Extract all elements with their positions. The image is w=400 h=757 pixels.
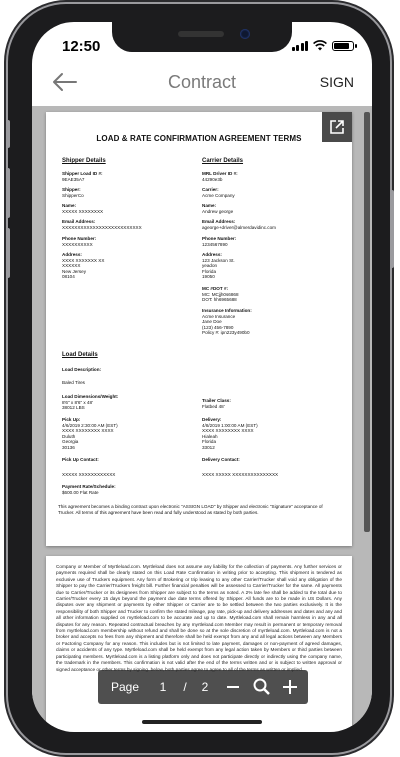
agreement-text: This agreement becomes a binding contrac… [58, 504, 323, 515]
zoom-in-icon[interactable] [280, 670, 300, 704]
load-description: Load Description: [62, 367, 101, 373]
current-page[interactable]: 1 [156, 670, 170, 704]
front-camera [240, 29, 250, 39]
screen: 12:50 Contract SIGN LOAD & RATE CONFIRMA… [32, 22, 372, 732]
volume-up-button [6, 168, 10, 218]
field-value: Acme Insurance Jane Doe (123) 456-7890 P… [202, 313, 250, 336]
app-bar: Contract SIGN [32, 66, 372, 104]
document-title: LOAD & RATE CONFIRMATION AGREEMENT TERMS [96, 134, 302, 143]
field-value: ShipperCo [62, 192, 84, 198]
silent-switch [6, 120, 10, 148]
carrier-field: Name: Andrew george [202, 203, 233, 214]
field-label: Phone Number: [202, 236, 237, 241]
volume-down-button [6, 228, 10, 278]
notch [112, 22, 292, 52]
field-value: $600.00 Flat Rate [62, 489, 99, 495]
trailer-class: Trailer Class: Flatbed 48' [202, 398, 231, 409]
field-label: Phone Number: [62, 236, 97, 241]
pdf-toolbar: Page 1 / 2 [98, 670, 308, 704]
field-value: XXXXXXXXXXXXXXXXXXXXXXXXXX [62, 224, 142, 230]
pick-up: Pick Up: 4/6/2019 2:30:00 AM (EST) XXXX X… [62, 417, 118, 451]
field-label: MRL Driver ID #: [202, 171, 238, 176]
page-separator: / [183, 680, 187, 694]
field-label: Insurance Information: [202, 308, 252, 313]
delivery-contact-value: XXXX XXXXX XXXXXXXXXXXXXXX [202, 472, 279, 477]
delivery-contact: Delivery Contact: [202, 457, 240, 463]
shipper-details-heading: Shipper Details [62, 158, 106, 164]
carrier-field: Insurance Information: Acme Insurance Jan… [202, 308, 252, 336]
home-indicator[interactable] [142, 720, 262, 724]
field-label: Shipper: [62, 187, 81, 192]
shipper-field: Address: XXXX XXXXXXX XX XXXXXX New Jerse… [62, 252, 104, 280]
document-page-1: LOAD & RATE CONFIRMATION AGREEMENT TERMS… [46, 112, 352, 546]
battery-icon [332, 40, 357, 51]
zoom-search-icon[interactable] [252, 670, 272, 704]
carrier-field: Phone Number: 1234567890 [202, 236, 236, 247]
carrier-field: Address: 123 Jackson St. yeadon Florida 1… [202, 252, 235, 280]
field-value: 44290e3b [202, 176, 223, 182]
field-label: Load Dimensions/Weight: [62, 394, 119, 399]
total-pages: 2 [201, 680, 209, 694]
delivery: Delivery: 4/8/2019 1:00:00 AM (EST) XXXX … [202, 417, 258, 451]
field-value: XXXXXXXXXX [62, 241, 93, 247]
field-value: 123 Jackson St. yeadon Florida 19050 [202, 257, 235, 280]
field-label: Load Description: [62, 367, 102, 372]
field-label: Trailer Class: [202, 398, 231, 403]
status-time: 12:50 [62, 38, 101, 55]
payment-rate: Payment Rate/Schedule: $600.00 Flat Rate [62, 484, 116, 495]
field-value: 4/8/2019 1:00:00 AM (EST) XXXX XXXXXXXX … [202, 422, 258, 450]
scrollbar[interactable] [364, 112, 370, 532]
field-value: 1234567890 [202, 241, 228, 247]
speaker-grille [178, 31, 224, 37]
field-value: MC: MCjjh0s6868 DOT: hh6965688 [202, 291, 239, 303]
field-label: Payment Rate/Schedule: [62, 484, 116, 489]
carrier-field: MC #DOT #: MC: MCjjh0s6868 DOT: hh6965688 [202, 286, 239, 303]
shipper-field: Name: XXXXX XXXXXXXX [62, 203, 103, 214]
carrier-field: Carrier: Acme Company [202, 187, 235, 198]
terms-text: Company or Member of Myrtleload.com. Myr… [56, 564, 342, 672]
status-icons [291, 40, 357, 51]
field-value: 9EAE35A7 [62, 176, 85, 182]
load-description-value: Baled Tires [62, 380, 85, 385]
load-dimensions: Load Dimensions/Weight: 8'6" x 8'6" x 48'… [62, 394, 118, 411]
carrier-field: MRL Driver ID #: 44290e3b [202, 171, 238, 182]
wifi-icon [313, 40, 327, 51]
power-button [390, 190, 394, 268]
pdf-viewer[interactable]: LOAD & RATE CONFIRMATION AGREEMENT TERMS… [32, 106, 372, 726]
sign-button[interactable]: SIGN [320, 74, 354, 90]
field-label: Delivery Contact: [202, 457, 240, 462]
shipper-field: Phone Number: XXXXXXXXXX [62, 236, 96, 247]
open-external-icon [330, 120, 344, 134]
shipper-field: Shipper Load ID #: 9EAE35A7 [62, 171, 103, 182]
cellular-signal-icon [291, 40, 308, 51]
carrier-details-heading: Carrier Details [202, 158, 244, 164]
page-label: Page [110, 680, 140, 694]
shipper-field: Shipper: ShipperCo [62, 187, 84, 198]
load-details-heading: Load Details [62, 352, 98, 358]
pick-up-contact: Pick Up Contact: [62, 457, 99, 463]
field-label: Pick Up Contact: [62, 457, 99, 462]
field-value: XXXXX XXXXXXXX [62, 208, 104, 214]
field-value: 8'6" x 8'6" x 48' 38012 LBS [62, 399, 93, 411]
pick-up-contact-value: XXXXX XXXXXXXXXXXX [62, 472, 116, 477]
zoom-out-icon[interactable] [224, 670, 242, 704]
field-label: Shipper Load ID #: [62, 171, 103, 176]
field-value: XXXX XXXXXXX XX XXXXXX New Jersey 08104 [62, 257, 105, 280]
field-value: Acme Company [202, 192, 235, 198]
field-value: ageorge+driver@almerdavidinc.com [202, 224, 276, 230]
field-value: 4/6/2019 2:30:00 AM (EST) XXXX XXXXXXXX … [62, 422, 118, 450]
field-value: Andrew george [202, 208, 234, 214]
carrier-field: Email Address: ageorge+driver@almerdavidi… [202, 219, 276, 230]
shipper-field: Email Address: XXXXXXXXXXXXXXXXXXXXXXXXXX [62, 219, 142, 230]
field-value: Flatbed 48' [202, 403, 225, 409]
